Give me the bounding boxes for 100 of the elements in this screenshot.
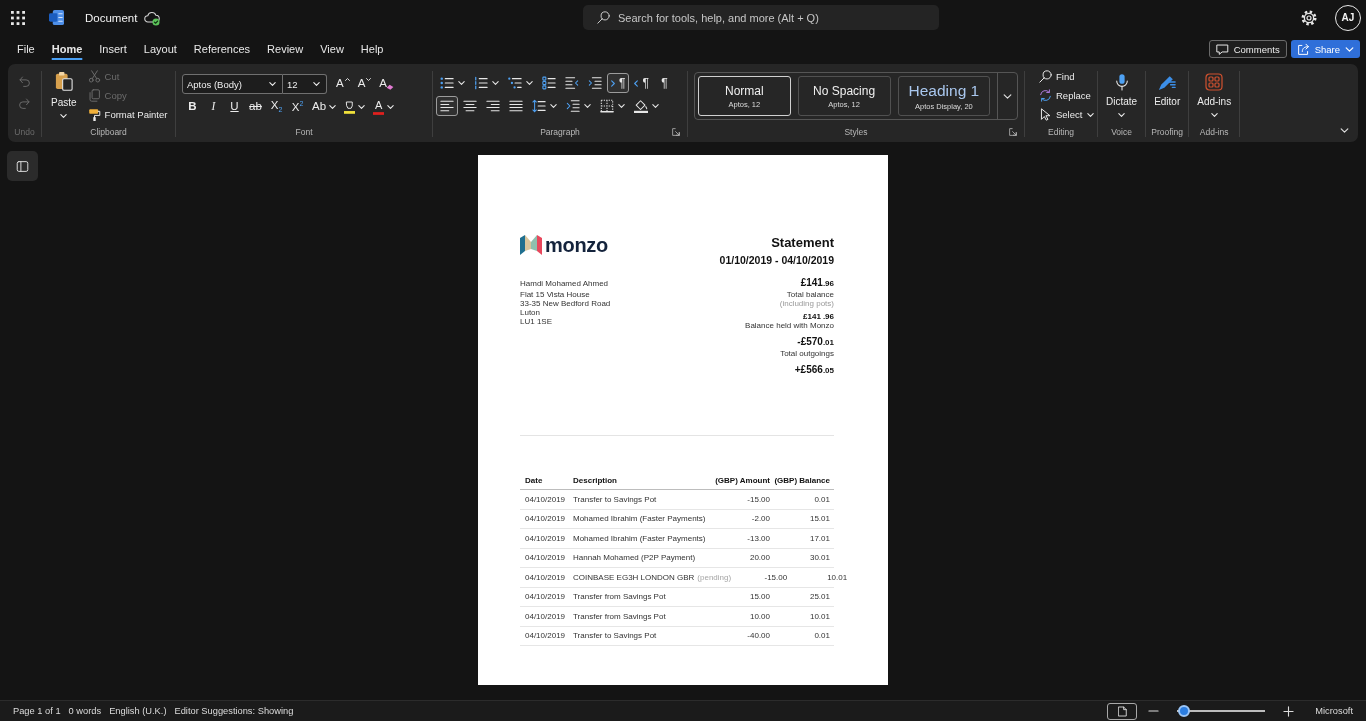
- summary-label: Total balance: [786, 290, 834, 299]
- table-cell: COINBASE EG3H LONDON GBR: [573, 572, 695, 582]
- summary-amount: £141.96: [800, 277, 834, 290]
- table-cell: 04/10/2019: [525, 533, 566, 543]
- minus-icon[interactable]: [1148, 710, 1160, 712]
- status-text: Page 1 of 1: [13, 706, 61, 716]
- chevron-up-icon: [344, 78, 350, 81]
- recipient-name: Hamdi Mohamed Ahmed: [520, 279, 609, 288]
- add-ins-button[interactable]: Add-ins: [1194, 64, 1235, 122]
- editor-button[interactable]: Editor: [1151, 64, 1184, 122]
- align-left-button[interactable]: [436, 96, 458, 116]
- share-button[interactable]: Share: [1290, 40, 1360, 58]
- summary-label: Balance held with Monzo: [745, 321, 834, 330]
- group-label: Add-ins: [1199, 126, 1229, 138]
- copy-icon: [87, 89, 101, 102]
- plus-icon[interactable]: [1283, 705, 1295, 717]
- table-cell: 10.00: [749, 611, 770, 621]
- table-cell: 0.01: [814, 494, 830, 504]
- table-cell: -2.00: [751, 514, 770, 524]
- strikethrough-button[interactable]: ab: [245, 97, 266, 117]
- group-label: Editing: [1048, 126, 1074, 138]
- clear-formatting-button[interactable]: A: [375, 74, 398, 94]
- grow-font-button[interactable]: A: [332, 74, 354, 94]
- page-icon: [1117, 705, 1127, 717]
- show-marks-button[interactable]: ¶: [653, 73, 675, 93]
- font-size-dropdown[interactable]: 12: [283, 74, 327, 94]
- ribbon-tab[interactable]: Insert: [90, 39, 136, 59]
- shrink-font-button[interactable]: A: [353, 74, 376, 94]
- ribbon-tab[interactable]: Help: [352, 39, 392, 59]
- microphone-icon: [1114, 73, 1129, 91]
- comments-button[interactable]: Comments: [1208, 40, 1287, 58]
- underline-button[interactable]: U: [224, 97, 245, 117]
- find-button[interactable]: Find: [1037, 67, 1097, 86]
- increase-indent-icon: [588, 76, 602, 90]
- address-line: 33-35 New Bedford Road: [520, 299, 611, 308]
- align-center-icon: [463, 99, 477, 113]
- page-view-button[interactable]: [1107, 702, 1138, 720]
- brand-label: Microsoft: [1315, 706, 1353, 716]
- font-name-dropdown[interactable]: Aptos (Body): [182, 74, 283, 94]
- column-header: Description: [573, 475, 617, 485]
- dictate-button[interactable]: Dictate: [1103, 64, 1141, 122]
- add-ins-icon: [1205, 73, 1224, 91]
- ribbon-tab[interactable]: Layout: [135, 39, 186, 59]
- ribbon-tab[interactable]: References: [185, 39, 259, 59]
- comment-icon: [1215, 42, 1229, 56]
- table-cell: 04/10/2019: [525, 631, 566, 641]
- navigation-pane-button[interactable]: [7, 151, 38, 181]
- summary-amount: -£570.01: [797, 336, 834, 349]
- replace-button[interactable]: Replace: [1037, 86, 1097, 105]
- group-label: Voice: [1111, 126, 1132, 138]
- search-field[interactable]: Search for tools, help, and more (Alt + Q): [583, 5, 939, 30]
- dialog-launcher-button[interactable]: [1009, 128, 1017, 136]
- borders-icon: [600, 99, 614, 113]
- sidebar-icon: [16, 159, 29, 173]
- change-case-button[interactable]: Ab: [308, 97, 341, 117]
- superscript-button[interactable]: X$^{2}$: [287, 97, 308, 117]
- ribbon-tab[interactable]: Review: [258, 39, 312, 59]
- settings-button[interactable]: [1301, 9, 1317, 26]
- swatch-icon: [373, 111, 385, 115]
- paragraph-spacing-icon: [566, 99, 580, 113]
- eraser-icon: [386, 84, 394, 90]
- subscript-button[interactable]: X$_{2}$: [266, 97, 287, 117]
- left-to-right-button[interactable]: ¶: [607, 73, 630, 93]
- paintbrush-icon: [87, 107, 101, 122]
- table-cell: -40.00: [747, 631, 770, 641]
- search-icon: [597, 11, 610, 24]
- paste-button[interactable]: Paste: [48, 64, 80, 122]
- group-label: Proofing: [1151, 126, 1183, 138]
- select-button[interactable]: Select: [1037, 105, 1097, 124]
- ribbon-tab[interactable]: View: [311, 39, 353, 59]
- dialog-launcher-icon: [1009, 128, 1017, 136]
- table-cell: 10.01: [827, 572, 848, 582]
- group-label: Clipboard: [90, 126, 127, 138]
- redo-icon: [18, 96, 31, 110]
- table-cell: 25.01: [809, 592, 830, 602]
- chevron-left-icon: [634, 79, 639, 87]
- font-color-button[interactable]: A: [369, 97, 399, 117]
- italic-button[interactable]: I: [203, 97, 224, 117]
- table-cell: 04/10/2019: [525, 553, 566, 563]
- table-cell: 15.01: [809, 514, 830, 524]
- statement-title: Statement: [771, 235, 834, 251]
- logo-wordmark: monzo: [545, 235, 608, 255]
- format-painter-button[interactable]: Format Painter: [85, 105, 170, 124]
- group-label: Undo: [14, 126, 35, 138]
- right-to-left-button[interactable]: ¶: [630, 73, 653, 93]
- app-tile-icon: [49, 10, 64, 25]
- bold-button[interactable]: B: [182, 97, 203, 117]
- table-cell: Mohamed Ibrahim (Faster Payments): [573, 533, 706, 543]
- pen-icon: [1158, 73, 1177, 91]
- numbered-list-icon: [474, 76, 488, 90]
- caret-down-icon: [269, 82, 276, 86]
- table-cell: 04/10/2019: [525, 592, 566, 602]
- zoom-slider-thumb[interactable]: [1178, 705, 1191, 717]
- address-line: LU1 1SE: [520, 317, 553, 326]
- justify-icon: [509, 99, 523, 113]
- app-launcher-button[interactable]: [11, 10, 25, 25]
- ribbon-tab[interactable]: Home: [43, 39, 91, 59]
- collapse-ribbon-button[interactable]: [1340, 128, 1349, 133]
- dialog-launcher-button[interactable]: [672, 128, 680, 136]
- ribbon-tab[interactable]: File: [8, 39, 44, 59]
